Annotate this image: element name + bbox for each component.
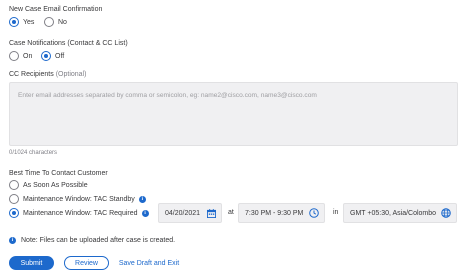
best-time-required-radio[interactable]: Maintenance Window: TAC Required i: [9, 208, 149, 218]
info-icon: i: [9, 237, 16, 244]
case-notifications-label: Case Notifications (Contact & CC List): [9, 40, 128, 47]
radio-unselected-indicator[interactable]: [9, 51, 19, 61]
best-time-asap-label: As Soon As Possible: [23, 181, 88, 189]
at-label: at: [228, 209, 234, 216]
best-time-label: Best Time To Contact Customer: [9, 170, 108, 177]
submit-button[interactable]: Submit: [9, 256, 54, 270]
radio-selected-indicator[interactable]: [9, 208, 19, 218]
case-notifications-off-label: Off: [55, 52, 65, 60]
best-time-required-label: Maintenance Window: TAC Required: [23, 209, 138, 217]
radio-unselected-indicator[interactable]: [9, 194, 19, 204]
time-range-field[interactable]: 7:30 PM - 9:30 PM: [238, 203, 325, 223]
files-note-text: Note: Files can be uploaded after case i…: [21, 237, 176, 244]
email-confirmation-yes-label: Yes: [23, 18, 35, 26]
timezone-field[interactable]: GMT +05:30, Asia/Colombo: [343, 203, 457, 223]
email-confirmation-no-radio[interactable]: No: [44, 17, 67, 27]
radio-unselected-indicator[interactable]: [9, 180, 19, 190]
calendar-icon[interactable]: [205, 207, 217, 219]
radio-selected-indicator[interactable]: [41, 51, 51, 61]
radio-selected-indicator[interactable]: [9, 17, 19, 27]
cc-recipients-textarea[interactable]: Enter email addresses separated by comma…: [9, 82, 458, 146]
case-notifications-on-label: On: [23, 52, 33, 60]
review-button[interactable]: Review: [64, 256, 109, 270]
best-time-standby-label: Maintenance Window: TAC Standby: [23, 195, 135, 203]
cc-recipients-title: CC Recipients: [9, 71, 54, 78]
in-label: in: [333, 209, 339, 216]
cc-recipients-counter: 0/1024 characters: [9, 150, 58, 156]
date-value: 04/20/2021: [165, 209, 201, 217]
email-confirmation-no-label: No: [58, 18, 67, 26]
email-confirmation-label: New Case Email Confirmation: [9, 6, 103, 13]
cc-recipients-label: CC Recipients (Optional): [9, 71, 86, 78]
best-time-asap-radio[interactable]: As Soon As Possible: [9, 180, 88, 190]
cc-recipients-placeholder: Enter email addresses separated by comma…: [18, 92, 317, 99]
cc-recipients-optional: (Optional): [55, 71, 87, 78]
info-icon[interactable]: i: [138, 195, 146, 203]
case-notifications-off-radio[interactable]: Off: [41, 51, 64, 61]
email-confirmation-yes-radio[interactable]: Yes: [9, 17, 34, 27]
time-range-value: 7:30 PM - 9:30 PM: [245, 209, 304, 217]
date-picker-field[interactable]: 04/20/2021: [158, 203, 222, 223]
globe-icon[interactable]: [440, 207, 452, 219]
timezone-value: GMT +05:30, Asia/Colombo: [350, 209, 437, 217]
save-draft-button[interactable]: Save Draft and Exit: [114, 256, 184, 270]
best-time-standby-radio[interactable]: Maintenance Window: TAC Standby i: [9, 194, 146, 204]
info-icon[interactable]: i: [141, 209, 149, 217]
radio-unselected-indicator[interactable]: [44, 17, 54, 27]
files-note: i Note: Files can be uploaded after case…: [9, 237, 175, 244]
clock-icon[interactable]: [308, 207, 320, 219]
case-notifications-on-radio[interactable]: On: [9, 51, 32, 61]
